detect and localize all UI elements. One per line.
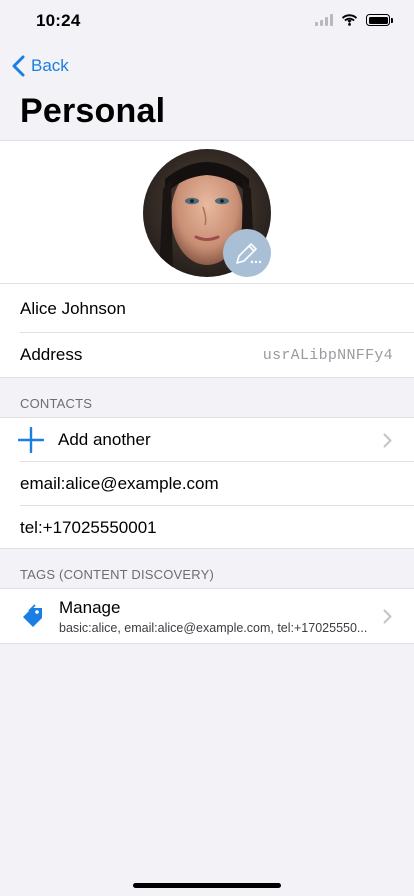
plus-icon	[18, 427, 44, 453]
profile-details-section: Alice Johnson Address usrALibpNNFFy4	[0, 284, 414, 378]
battery-icon	[366, 14, 393, 26]
avatar-section	[0, 140, 414, 284]
contact-item-email[interactable]: email:alice@example.com	[0, 462, 414, 506]
manage-tags-label: Manage	[59, 597, 121, 617]
pencil-icon	[236, 243, 262, 264]
edit-avatar-button[interactable]	[223, 229, 271, 277]
tags-summary: basic:alice, email:alice@example.com, te…	[59, 620, 368, 635]
back-button[interactable]: Back	[12, 53, 69, 79]
add-contact-label: Add another	[58, 430, 151, 449]
back-label: Back	[31, 56, 69, 75]
address-row[interactable]: Address usrALibpNNFFy4	[0, 333, 414, 377]
manage-tags-text: Manage basic:alice, email:alice@example.…	[59, 598, 367, 635]
avatar-container	[143, 149, 271, 277]
tags-section-header: TAGS (CONTENT DISCOVERY)	[20, 567, 215, 582]
contact-email: email:alice@example.com	[20, 474, 219, 493]
home-indicator	[133, 883, 281, 888]
tags-section: Manage basic:alice, email:alice@example.…	[0, 588, 414, 644]
contacts-section: Add another email:alice@example.com tel:…	[0, 417, 414, 549]
page-title: Personal	[20, 92, 166, 130]
back-chevron-icon	[12, 55, 25, 77]
tag-icon	[23, 604, 42, 627]
contacts-section-header: CONTACTS	[20, 396, 93, 411]
wifi-icon	[341, 14, 358, 26]
add-contact-button[interactable]: Add another	[0, 418, 414, 462]
cellular-signal-icon	[315, 14, 333, 26]
status-time: 10:24	[36, 11, 81, 30]
contact-item-phone[interactable]: tel:+17025550001	[0, 506, 414, 550]
address-value: usrALibpNNFFy4	[262, 346, 393, 364]
contact-phone: tel:+17025550001	[20, 518, 157, 537]
name-field[interactable]: Alice Johnson	[0, 287, 414, 331]
status-icons	[315, 14, 393, 26]
chevron-right-icon	[383, 609, 392, 623]
name-value: Alice Johnson	[20, 299, 126, 318]
status-bar: 10:24	[0, 0, 414, 44]
address-label: Address	[20, 345, 83, 364]
chevron-right-icon	[383, 433, 392, 447]
manage-tags-button[interactable]: Manage basic:alice, email:alice@example.…	[0, 594, 414, 638]
